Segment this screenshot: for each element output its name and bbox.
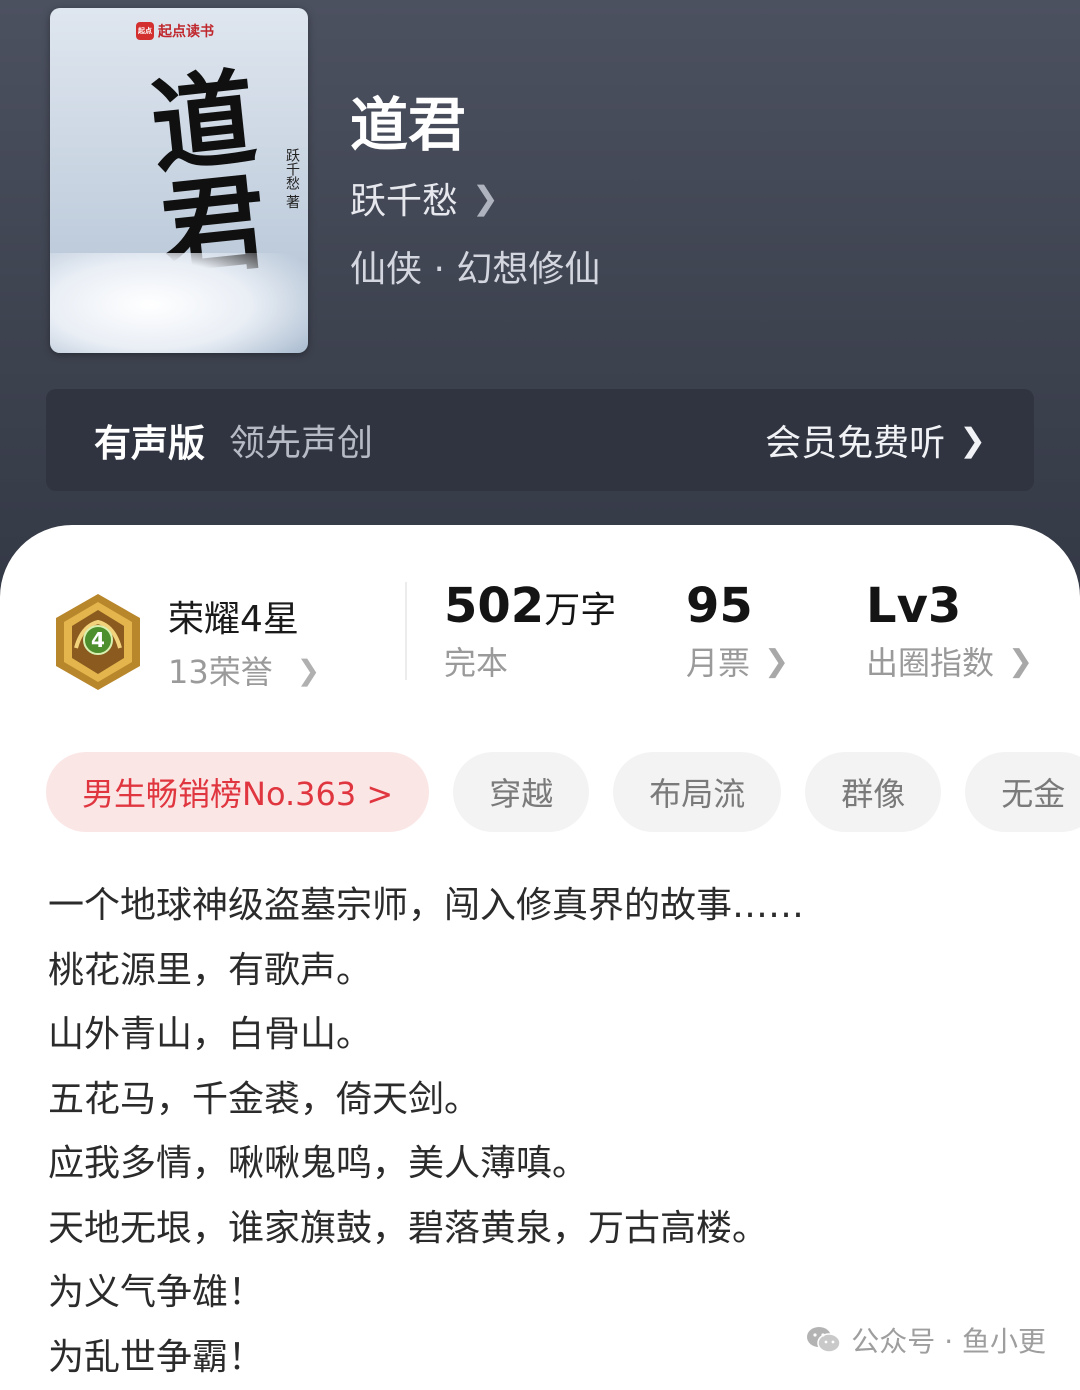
book-synopsis[interactable]: 一个地球神级盗墓宗师，闯入修真界的故事…… 桃花源里，有歌声。 山外青山，白骨山… — [48, 874, 1038, 1390]
tag-row: 男生畅销榜No.363 > 穿越 布局流 群像 无金 — [46, 752, 1080, 832]
stats-divider — [405, 582, 407, 680]
qidian-logo-icon: 起点 — [136, 22, 154, 40]
chevron-right-icon: ❯ — [959, 421, 986, 459]
cover-cloud-art — [50, 253, 308, 353]
publisher-name: 起点读书 — [158, 21, 214, 41]
honor-level-number: 4 — [91, 628, 105, 652]
chevron-right-icon: ❯ — [297, 654, 320, 687]
synopsis-line: 应我多情，啾啾鬼鸣，美人薄嗔。 — [48, 1132, 1038, 1197]
chevron-right-icon: ❯ — [1008, 644, 1033, 679]
honor-medal-icon: 4 — [52, 592, 144, 692]
author-link[interactable]: 跃千愁 ❯ — [350, 172, 499, 224]
cover-title-calligraphy: 道君 — [134, 63, 263, 281]
wechat-watermark: 公众号 · 鱼小更 — [805, 1320, 1046, 1360]
audio-title: 有声版 — [94, 413, 205, 467]
audio-subtitle: 领先声创 — [229, 414, 373, 466]
synopsis-line: 五花马，千金裘，倚天剑。 — [48, 1068, 1038, 1133]
monthly-tickets-stat[interactable]: 95 月票 ❯ — [686, 578, 789, 684]
audio-version-bar[interactable]: 有声版 领先声创 会员免费听 ❯ — [46, 389, 1034, 491]
tag-chip[interactable]: 无金 — [965, 752, 1080, 832]
honor-count-link[interactable]: 13荣誉 ❯ — [168, 647, 320, 693]
word-count-value: 502 — [444, 578, 544, 634]
tag-chip[interactable]: 群像 — [805, 752, 941, 832]
chevron-right-icon: ❯ — [764, 644, 789, 679]
popularity-index-value: Lv3 — [866, 578, 961, 634]
honor-title: 荣耀4星 — [168, 590, 299, 642]
synopsis-line: 桃花源里，有歌声。 — [48, 939, 1038, 1004]
book-title: 道君 — [350, 78, 466, 162]
completion-status: 完本 — [444, 638, 508, 684]
monthly-tickets-label: 月票 — [686, 638, 750, 684]
chevron-right-icon: ❯ — [472, 179, 499, 217]
publisher-badge: 起点 起点读书 — [130, 20, 220, 42]
word-count-unit: 万字 — [544, 590, 616, 631]
word-count-stat: 502万字 完本 — [444, 578, 616, 684]
monthly-tickets-value: 95 — [686, 578, 753, 634]
listen-free-button[interactable]: 会员免费听 ❯ — [765, 414, 986, 466]
synopsis-line: 山外青山，白骨山。 — [48, 1003, 1038, 1068]
book-genre: 仙侠 · 幻想修仙 — [350, 240, 600, 292]
watermark-text: 公众号 · 鱼小更 — [851, 1320, 1046, 1360]
author-name: 跃千愁 — [350, 172, 458, 224]
book-cover[interactable]: 起点 起点读书 道君 跃千愁 著 — [50, 8, 308, 353]
synopsis-line: 一个地球神级盗墓宗师，闯入修真界的故事…… — [48, 874, 1038, 939]
synopsis-line: 天地无垠，谁家旗鼓，碧落黄泉，万古高楼。 — [48, 1197, 1038, 1262]
popularity-index-stat[interactable]: Lv3 出圈指数 ❯ — [866, 578, 1033, 684]
synopsis-line: 为义气争雄！ — [48, 1261, 1038, 1326]
listen-free-label: 会员免费听 — [765, 414, 945, 466]
tag-chip[interactable]: 穿越 — [453, 752, 589, 832]
wechat-icon — [805, 1325, 841, 1355]
honor-count: 13荣誉 — [168, 647, 273, 693]
ranking-tag[interactable]: 男生畅销榜No.363 > — [46, 752, 429, 832]
cover-author: 跃千愁 著 — [282, 148, 302, 208]
popularity-index-label: 出圈指数 — [866, 638, 994, 684]
tag-chip[interactable]: 布局流 — [613, 752, 781, 832]
